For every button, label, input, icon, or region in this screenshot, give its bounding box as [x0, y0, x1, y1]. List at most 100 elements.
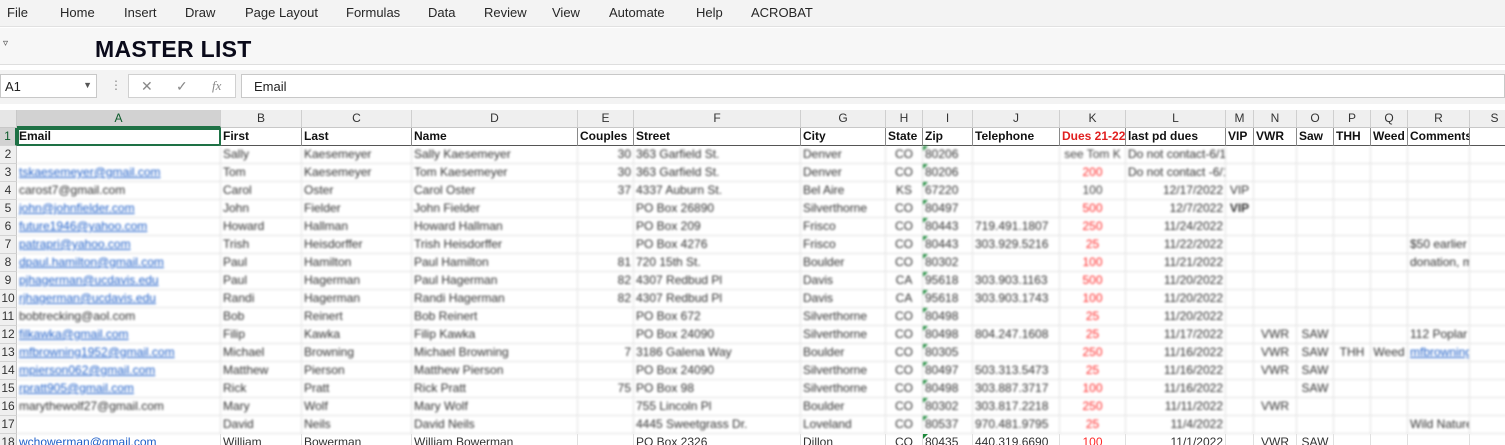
- cell-s4[interactable]: [1470, 182, 1505, 200]
- column-header-f[interactable]: F: [634, 110, 801, 128]
- cell-i7[interactable]: 80443: [923, 236, 973, 254]
- cell-r11[interactable]: [1408, 308, 1470, 326]
- cell-e16[interactable]: [578, 398, 634, 416]
- cell-j3[interactable]: [973, 164, 1060, 182]
- cell-a4[interactable]: carost7@gmail.com: [17, 182, 221, 200]
- cell-p9[interactable]: [1334, 272, 1371, 290]
- menu-item-data[interactable]: Data: [428, 5, 455, 20]
- cell-e13[interactable]: 7: [578, 344, 634, 362]
- header-cell-i[interactable]: Zip: [923, 128, 973, 146]
- cell-h10[interactable]: CA: [886, 290, 923, 308]
- cell-e15[interactable]: 75: [578, 380, 634, 398]
- cell-a15[interactable]: rpratt905@gmail.com: [17, 380, 221, 398]
- cell-l8[interactable]: 11/21/2022: [1126, 254, 1226, 272]
- column-header-n[interactable]: N: [1254, 110, 1297, 128]
- cell-r12[interactable]: 112 Poplar Cr: [1408, 326, 1470, 344]
- cell-q12[interactable]: [1371, 326, 1408, 344]
- header-cell-a[interactable]: Email: [17, 128, 221, 146]
- cell-b12[interactable]: Filip: [221, 326, 302, 344]
- cell-a8[interactable]: dpaul.hamilton@gmail.com: [17, 254, 221, 272]
- cell-d4[interactable]: Carol Oster: [412, 182, 578, 200]
- column-header-k[interactable]: K: [1060, 110, 1126, 128]
- cell-c10[interactable]: Hagerman: [302, 290, 412, 308]
- cell-e8[interactable]: 81: [578, 254, 634, 272]
- cell-b6[interactable]: Howard: [221, 218, 302, 236]
- cell-b7[interactable]: Trish: [221, 236, 302, 254]
- cell-k4[interactable]: 100: [1060, 182, 1126, 200]
- cell-g2[interactable]: Denver: [801, 146, 886, 164]
- cell-f6[interactable]: PO Box 209: [634, 218, 801, 236]
- cell-l13[interactable]: 11/16/2022: [1126, 344, 1226, 362]
- column-header-q[interactable]: Q: [1371, 110, 1408, 128]
- cell-g6[interactable]: Frisco: [801, 218, 886, 236]
- cell-c15[interactable]: Pratt: [302, 380, 412, 398]
- cell-n9[interactable]: [1254, 272, 1297, 290]
- cell-d2[interactable]: Sally Kaesemeyer: [412, 146, 578, 164]
- row-header-11[interactable]: 11: [0, 308, 17, 326]
- cell-p6[interactable]: [1334, 218, 1371, 236]
- cell-h13[interactable]: CO: [886, 344, 923, 362]
- cell-p3[interactable]: [1334, 164, 1371, 182]
- chevron-down-icon[interactable]: ▼: [83, 80, 92, 90]
- cell-l14[interactable]: 11/16/2022: [1126, 362, 1226, 380]
- cell-b2[interactable]: Sally: [221, 146, 302, 164]
- column-header-l[interactable]: L: [1126, 110, 1226, 128]
- cell-h9[interactable]: CA: [886, 272, 923, 290]
- cell-g12[interactable]: Silverthorne: [801, 326, 886, 344]
- menu-item-formulas[interactable]: Formulas: [346, 5, 400, 20]
- row-header-17[interactable]: 17: [0, 416, 17, 434]
- cell-g7[interactable]: Frisco: [801, 236, 886, 254]
- row-header-15[interactable]: 15: [0, 380, 17, 398]
- cell-l4[interactable]: 12/17/2022: [1126, 182, 1226, 200]
- column-header-d[interactable]: D: [412, 110, 578, 128]
- select-all-corner[interactable]: [0, 110, 17, 128]
- header-cell-k[interactable]: Dues 21-22: [1060, 128, 1126, 146]
- cell-g17[interactable]: Loveland: [801, 416, 886, 434]
- cell-i13[interactable]: 80305: [923, 344, 973, 362]
- cell-i15[interactable]: 80498: [923, 380, 973, 398]
- cell-m2[interactable]: [1226, 146, 1254, 164]
- column-header-e[interactable]: E: [578, 110, 634, 128]
- cell-i17[interactable]: 80537: [923, 416, 973, 434]
- header-cell-q[interactable]: Weed: [1371, 128, 1408, 146]
- cell-c4[interactable]: Oster: [302, 182, 412, 200]
- cell-e2[interactable]: 30: [578, 146, 634, 164]
- cell-c2[interactable]: Kaesemeyer: [302, 146, 412, 164]
- cell-s3[interactable]: [1470, 164, 1505, 182]
- cell-o3[interactable]: [1297, 164, 1334, 182]
- menu-item-help[interactable]: Help: [696, 5, 723, 20]
- cell-a10[interactable]: rjhagerman@ucdavis.edu: [17, 290, 221, 308]
- cell-b4[interactable]: Carol: [221, 182, 302, 200]
- cell-f17[interactable]: 4445 Sweetgrass Dr.: [634, 416, 801, 434]
- cell-h15[interactable]: CO: [886, 380, 923, 398]
- cell-m14[interactable]: [1226, 362, 1254, 380]
- cell-p12[interactable]: [1334, 326, 1371, 344]
- cell-n18[interactable]: VWR: [1254, 434, 1297, 445]
- cell-j6[interactable]: 719.491.1807: [973, 218, 1060, 236]
- cell-h6[interactable]: CO: [886, 218, 923, 236]
- cell-d11[interactable]: Bob Reinert: [412, 308, 578, 326]
- cell-s5[interactable]: [1470, 200, 1505, 218]
- cell-a11[interactable]: bobtrecking@aol.com: [17, 308, 221, 326]
- cell-n4[interactable]: [1254, 182, 1297, 200]
- cell-j15[interactable]: 303.887.3717: [973, 380, 1060, 398]
- cell-b9[interactable]: Paul: [221, 272, 302, 290]
- header-cell-n[interactable]: VWR: [1254, 128, 1297, 146]
- cell-j9[interactable]: 303.903.1163: [973, 272, 1060, 290]
- cell-j16[interactable]: 303.817.2218: [973, 398, 1060, 416]
- cell-o7[interactable]: [1297, 236, 1334, 254]
- cell-o10[interactable]: [1297, 290, 1334, 308]
- row-header-14[interactable]: 14: [0, 362, 17, 380]
- cell-b17[interactable]: David: [221, 416, 302, 434]
- cell-e17[interactable]: [578, 416, 634, 434]
- cell-m12[interactable]: [1226, 326, 1254, 344]
- cell-n13[interactable]: VWR: [1254, 344, 1297, 362]
- cell-r15[interactable]: [1408, 380, 1470, 398]
- cell-s17[interactable]: [1470, 416, 1505, 434]
- row-header-8[interactable]: 8: [0, 254, 17, 272]
- cell-b14[interactable]: Matthew: [221, 362, 302, 380]
- cell-d15[interactable]: Rick Pratt: [412, 380, 578, 398]
- menu-item-view[interactable]: View: [552, 5, 580, 20]
- cell-o11[interactable]: [1297, 308, 1334, 326]
- cell-c6[interactable]: Hallman: [302, 218, 412, 236]
